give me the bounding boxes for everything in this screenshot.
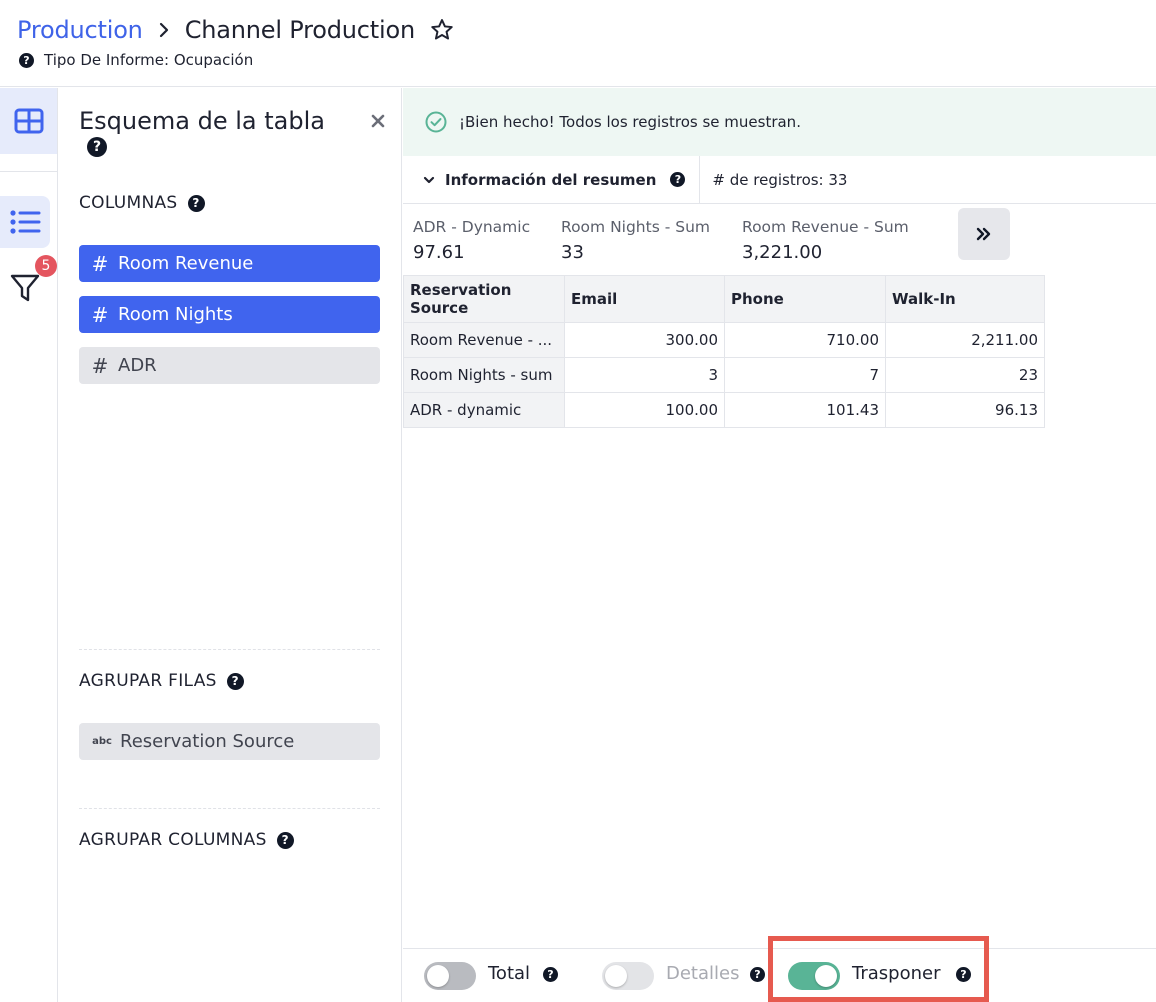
schema-title: Esquema de la tabla (79, 107, 325, 135)
rail-divider (0, 171, 57, 172)
table-icon (14, 108, 43, 134)
page-title: Channel Production (184, 16, 415, 44)
expand-metrics-button[interactable] (958, 208, 1010, 260)
table-row: Room Nights - sum 3 7 23 (403, 357, 1045, 393)
column-header[interactable]: Walk-In (885, 275, 1045, 323)
section-divider (79, 649, 380, 650)
row-label: ADR - dynamic (403, 392, 565, 428)
report-type-label: Tipo De Informe: Ocupación (44, 51, 254, 69)
double-chevron-right-icon (976, 227, 991, 241)
help-icon[interactable]: ? (19, 52, 34, 68)
column-header[interactable]: Email (564, 275, 725, 323)
metric-label: Room Nights - Sum (561, 218, 710, 236)
metric-label: Room Revenue - Sum (742, 218, 909, 236)
help-icon[interactable]: ? (187, 194, 205, 212)
transpose-highlight-box (768, 936, 989, 1002)
alert-message: ¡Bien hecho! Todos los registros se mues… (459, 113, 801, 131)
toggle-knob (427, 965, 449, 987)
chevron-right-icon (157, 14, 171, 46)
toggle-knob (605, 965, 627, 987)
number-type-icon: # (91, 353, 109, 378)
table-row: Room Revenue - ... 300.00 710.00 2,211.0… (403, 322, 1045, 358)
pivot-table: Reservation Source Email Phone Walk-In R… (403, 275, 1045, 428)
column-header[interactable]: Phone (724, 275, 886, 323)
metric-room-nights: Room Nights - Sum 33 (561, 217, 710, 266)
metric-value: 3,221.00 (742, 242, 823, 263)
summary-metrics: ADR - Dynamic 97.61 Room Nights - Sum 33… (403, 205, 1156, 275)
page-header: Production Channel Production ? Tipo De … (0, 0, 1156, 87)
text-type-icon: abc (92, 736, 112, 747)
main-content: ¡Bien hecho! Todos los registros se mues… (403, 88, 1156, 1002)
total-label: Total (488, 963, 531, 984)
columns-section-label: COLUMNAS ? (79, 193, 205, 213)
table-cell: 300.00 (564, 322, 725, 358)
group-row-reservation-source[interactable]: abc Reservation Source (79, 723, 380, 760)
record-count: # de registros: 33 (712, 170, 848, 189)
group-rows-label: AGRUPAR FILAS (79, 671, 217, 691)
table-cell: 100.00 (564, 392, 725, 428)
column-room-revenue[interactable]: # Room Revenue (79, 245, 380, 282)
column-room-nights[interactable]: # Room Nights (79, 296, 380, 333)
table-cell: 96.13 (885, 392, 1045, 428)
table-row: ADR - dynamic 100.00 101.43 96.13 (403, 392, 1045, 428)
group-columns-section-label: AGRUPAR COLUMNAS ? (79, 830, 294, 850)
report-type: ? Tipo De Informe: Ocupación (19, 51, 253, 69)
metric-room-revenue: Room Revenue - Sum 3,221.00 (742, 217, 909, 266)
metric-value: 97.61 (413, 242, 465, 263)
number-type-icon: # (91, 302, 109, 327)
column-adr[interactable]: # ADR (79, 347, 380, 384)
filter-icon (10, 274, 40, 302)
help-icon[interactable]: ? (276, 831, 294, 849)
summary-toggle[interactable]: Información del resumen ? (403, 155, 701, 204)
help-icon[interactable]: ? (87, 137, 107, 157)
filter-count-badge: 5 (35, 255, 57, 277)
table-view-button[interactable] (0, 88, 57, 154)
table-cell: 101.43 (724, 392, 886, 428)
group-columns-label: AGRUPAR COLUMNAS (79, 830, 267, 850)
column-label: Room Nights (118, 304, 233, 325)
help-icon[interactable]: ? (750, 967, 765, 982)
row-label: Room Revenue - ... (403, 322, 565, 358)
schema-panel: Esquema de la tabla ? COLUMNAS ? # Room … (59, 88, 402, 1002)
details-label: Detalles (666, 963, 740, 984)
table-header-row: Reservation Source Email Phone Walk-In (403, 275, 1045, 323)
column-header[interactable]: Reservation Source (403, 275, 565, 323)
table-cell: 7 (724, 357, 886, 393)
metric-value: 33 (561, 242, 584, 263)
summary-bar: Información del resumen ? # de registros… (403, 155, 1156, 204)
check-circle-icon (425, 111, 447, 133)
table-cell: 710.00 (724, 322, 886, 358)
help-icon[interactable]: ? (543, 967, 558, 982)
star-icon[interactable] (429, 17, 455, 43)
columns-label: COLUMNAS (79, 193, 178, 213)
success-alert: ¡Bien hecho! Todos los registros se mues… (403, 88, 1156, 156)
group-row-label: Reservation Source (120, 731, 295, 752)
breadcrumb-production-link[interactable]: Production (17, 14, 143, 46)
help-icon[interactable]: ? (226, 672, 244, 690)
left-rail: 5 (0, 88, 58, 1002)
chevron-down-icon (423, 175, 435, 185)
row-label: Room Nights - sum (403, 357, 565, 393)
details-toggle[interactable] (602, 962, 654, 990)
close-icon[interactable] (367, 110, 389, 132)
metric-label: ADR - Dynamic (413, 218, 531, 236)
help-icon[interactable]: ? (670, 172, 686, 187)
metric-adr: ADR - Dynamic 97.61 (413, 217, 530, 266)
table-cell: 23 (885, 357, 1045, 393)
table-cell: 2,211.00 (885, 322, 1045, 358)
summary-toggle-label: Información del resumen (445, 170, 657, 189)
column-label: ADR (118, 355, 157, 376)
number-type-icon: # (91, 251, 109, 276)
total-toggle[interactable] (424, 962, 476, 990)
table-cell: 3 (564, 357, 725, 393)
list-icon (10, 210, 41, 234)
schema-button[interactable] (0, 196, 50, 248)
breadcrumb: Production Channel Production (17, 14, 455, 46)
column-label: Room Revenue (118, 253, 254, 274)
section-divider (79, 808, 380, 809)
group-rows-section-label: AGRUPAR FILAS ? (79, 671, 244, 691)
